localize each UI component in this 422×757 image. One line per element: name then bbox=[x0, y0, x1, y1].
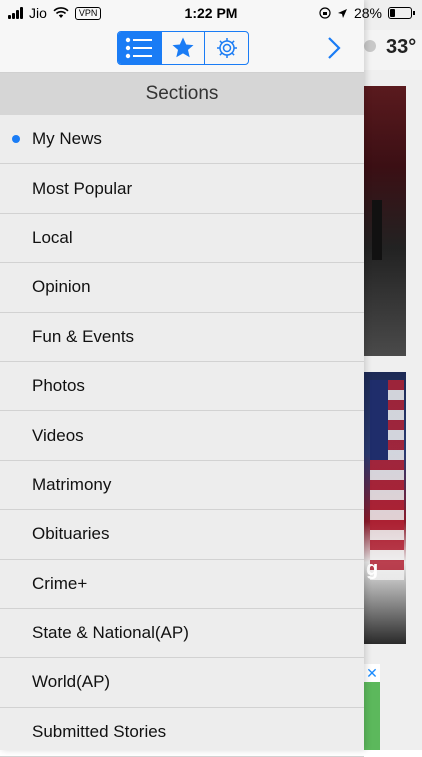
menu-item-label: Photos bbox=[32, 376, 85, 396]
battery-icon bbox=[388, 7, 415, 19]
temperature: 33° bbox=[386, 36, 417, 58]
segmented-control bbox=[117, 31, 249, 65]
side-menu: Sections My News Most Popular Local Opinion… bbox=[0, 0, 364, 757]
menu-item[interactable]: Matrimony bbox=[0, 461, 364, 511]
menu-item-label: Crime+ bbox=[32, 573, 88, 593]
next-button[interactable] bbox=[322, 34, 346, 62]
favorites-tab[interactable] bbox=[162, 32, 206, 64]
menu-item-label: Local bbox=[32, 227, 73, 247]
ad-close-icon[interactable]: ✕ bbox=[364, 664, 380, 682]
background-content: 33° g ✕ bbox=[364, 0, 422, 750]
menu-item[interactable]: Videos bbox=[0, 411, 364, 461]
menu-item[interactable]: World(AP) bbox=[0, 658, 364, 708]
menu-item[interactable]: Photos bbox=[0, 362, 364, 412]
battery-percent: 28% bbox=[353, 5, 382, 21]
sections-list: My News Most Popular Local Opinion Fun & Eve… bbox=[0, 115, 364, 757]
menu-item[interactable]: Most Popular bbox=[0, 164, 364, 214]
settings-tab[interactable] bbox=[205, 32, 248, 64]
menu-item-label: Matrimony bbox=[32, 474, 112, 494]
story-headline-fragment: g bbox=[366, 558, 379, 580]
menu-item-label: State & National(AP) bbox=[32, 623, 189, 643]
chevron-right-icon bbox=[328, 37, 341, 59]
star-icon bbox=[172, 37, 194, 58]
menu-item-label: My News bbox=[32, 129, 102, 149]
microphone-graphic bbox=[372, 200, 382, 260]
menu-item[interactable]: Obituaries bbox=[0, 510, 364, 560]
location-icon bbox=[337, 8, 347, 18]
menu-item-label: Obituaries bbox=[32, 524, 110, 544]
menu-item-label: Submitted Stories bbox=[32, 721, 167, 741]
list-icon bbox=[126, 37, 153, 59]
story-image[interactable] bbox=[364, 86, 406, 356]
menu-item[interactable]: Local bbox=[0, 214, 364, 264]
menu-item-label: Videos bbox=[32, 425, 84, 445]
sections-header: Sections bbox=[0, 73, 364, 115]
menu-item[interactable]: My News bbox=[0, 115, 364, 165]
flag-stars-graphic bbox=[370, 380, 388, 460]
selected-indicator bbox=[12, 135, 20, 144]
gear-icon bbox=[216, 38, 237, 58]
menu-item[interactable]: Fun & Events bbox=[0, 313, 364, 362]
status-bar: Jio VPN 1:22 PM 28% bbox=[0, 0, 422, 26]
menu-item[interactable]: Opinion bbox=[0, 263, 364, 313]
weather-icon bbox=[364, 40, 376, 52]
orientation-lock-icon bbox=[319, 7, 331, 19]
menu-item-label: Fun & Events bbox=[32, 326, 135, 346]
menu-item-label: Opinion bbox=[32, 277, 91, 297]
sections-tab[interactable] bbox=[118, 32, 162, 64]
menu-item[interactable]: State & National(AP) bbox=[0, 609, 364, 659]
menu-item-label: World(AP) bbox=[32, 672, 111, 692]
menu-item-label: Most Popular bbox=[32, 178, 133, 198]
menu-item[interactable]: Crime+ bbox=[0, 560, 364, 609]
